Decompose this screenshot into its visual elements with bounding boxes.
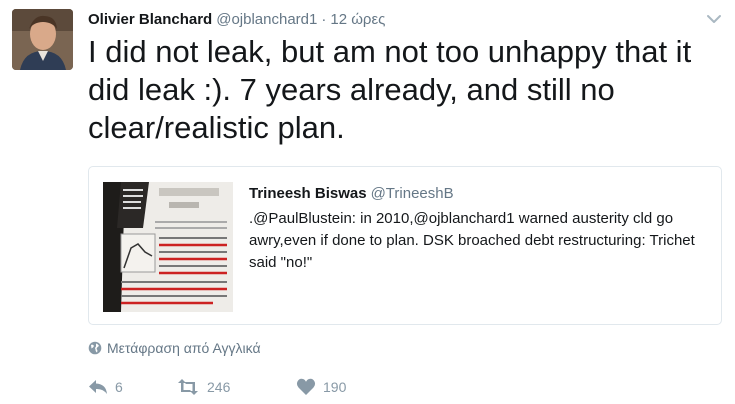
retweet-count: 246 <box>207 379 231 395</box>
author-handle[interactable]: @ojblanchard1 <box>216 11 317 28</box>
author-name[interactable]: Olivier Blanchard <box>88 11 212 28</box>
separator-dot: · <box>321 11 327 28</box>
retweet-icon <box>176 379 200 395</box>
translate-label: Μετάφραση από Αγγλικά <box>107 340 261 356</box>
quoted-author-handle[interactable]: @TrineeshB <box>371 185 454 202</box>
heart-icon <box>296 378 316 396</box>
quoted-tweet[interactable]: Trineesh Biswas @TrineeshB .@PaulBlustein… <box>88 166 722 325</box>
reply-icon <box>88 379 108 395</box>
retweet-button[interactable]: 246 <box>176 379 296 395</box>
quoted-author-name[interactable]: Trineesh Biswas <box>249 185 367 202</box>
quoted-tweet-header: Trineesh Biswas @TrineeshB <box>249 184 709 204</box>
avatar[interactable] <box>12 9 73 70</box>
like-button[interactable]: 190 <box>296 378 346 396</box>
chevron-down-icon[interactable] <box>705 10 723 28</box>
translate-link[interactable]: Μετάφραση από Αγγλικά <box>88 340 261 356</box>
timestamp[interactable]: 12 ώρες <box>330 11 385 28</box>
globe-icon <box>88 341 102 355</box>
tweet-actions: 6 246 190 <box>88 376 346 398</box>
tweet-text: I did not leak, but am not too unhappy t… <box>88 34 692 145</box>
quoted-tweet-body: Trineesh Biswas @TrineeshB .@PaulBlustein… <box>249 184 709 274</box>
tweet-header: Olivier Blanchard @ojblanchard1 · 12 ώρες <box>88 10 725 30</box>
quoted-tweet-text: .@PaulBlustein: in 2010,@ojblanchard1 wa… <box>249 210 695 271</box>
quoted-tweet-image[interactable] <box>103 182 233 312</box>
reply-count: 6 <box>115 379 123 395</box>
reply-button[interactable]: 6 <box>88 379 148 395</box>
like-count: 190 <box>323 379 347 395</box>
